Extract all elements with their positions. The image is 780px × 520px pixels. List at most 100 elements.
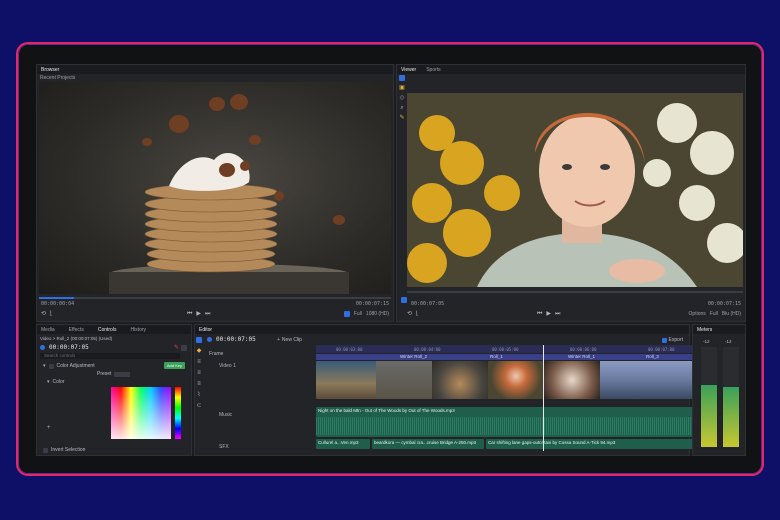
marker-bar: Winter Roll_2 Roll_1 Winter Roll_1 Roll_… xyxy=(316,354,712,360)
program-left-tools: ⟲ ⌊ xyxy=(407,311,418,317)
tab-sports[interactable]: Sports xyxy=(426,67,440,73)
source-timecode-right: 00:00:07:15 xyxy=(355,301,389,307)
record-icon[interactable] xyxy=(207,337,212,342)
meters-tabbar: Meters xyxy=(693,325,745,334)
source-resolution[interactable]: 1080 (HD) xyxy=(366,311,389,317)
tab-viewer[interactable]: Viewer xyxy=(401,67,416,73)
ruler-tick: 00:00:04:00 xyxy=(414,347,441,352)
tab-media[interactable]: Media xyxy=(41,327,55,333)
pointer-tool-icon[interactable] xyxy=(196,337,202,343)
sfx-clip[interactable]: beardkora — cymbal cra...cruise Bridge A… xyxy=(372,439,484,449)
sfx-clip[interactable]: Car shifting lane gaps-outcr taxi by Cos… xyxy=(486,439,712,449)
remove-icon[interactable]: ✎ xyxy=(174,345,179,351)
video-clip-strip[interactable] xyxy=(316,361,712,399)
copy-icon[interactable] xyxy=(181,345,187,351)
tab-history[interactable]: History xyxy=(130,327,146,333)
in-point-icon[interactable]: ⌊ xyxy=(50,311,52,317)
program-left-tool[interactable] xyxy=(401,297,407,303)
effect-checkbox[interactable] xyxy=(48,363,54,369)
source-left-tools: ⟲ ⌊ xyxy=(41,311,52,317)
play-icon[interactable]: ▶ xyxy=(546,311,551,317)
playhead[interactable] xyxy=(543,345,544,451)
track-sfx: SFX xyxy=(219,444,229,450)
controls-timecode: 00:00:07:05 xyxy=(49,344,89,351)
trim-tool-icon[interactable]: ≡ xyxy=(197,359,201,365)
link-tool-icon[interactable]: ⊂ xyxy=(196,403,201,409)
prev-frame-icon[interactable]: ⏮ xyxy=(187,311,192,317)
track-music: Music xyxy=(219,412,233,418)
meter-left-fill xyxy=(701,385,717,447)
add-key-button[interactable]: Add Key xyxy=(163,362,185,369)
program-viewer-panel: Viewer Sports ▣ ◇ ⌕ ✎ 00:00:07:05 00:00:… xyxy=(396,64,746,322)
blade-tool-icon[interactable]: ◆ xyxy=(197,348,202,354)
clip-thumb-road[interactable] xyxy=(316,361,376,399)
source-zoom[interactable]: Full xyxy=(354,311,362,317)
source-viewer-tabbar: Browser xyxy=(37,65,393,74)
color-match-icon[interactable] xyxy=(343,311,350,317)
select-tool-icon[interactable] xyxy=(399,75,405,81)
transform-tool-icon[interactable]: ◇ xyxy=(400,95,405,101)
effect-name: Color Adjustment xyxy=(56,363,95,369)
pen-tool-icon[interactable]: ✎ xyxy=(399,115,404,121)
chevron-down-icon[interactable]: ▾ xyxy=(43,363,46,369)
device-frame: Browser Recent Projects 00:00:00:04 00:0… xyxy=(16,42,764,476)
effect-row[interactable]: ▾ Color Adjustment xyxy=(43,363,95,369)
next-frame-icon[interactable]: ⏭ xyxy=(205,311,210,317)
play-icon[interactable]: ▶ xyxy=(196,311,201,317)
slip-tool-icon[interactable]: ≡ xyxy=(197,370,201,376)
next-frame-icon[interactable]: ⏭ xyxy=(555,311,560,317)
add-icon[interactable]: + xyxy=(47,425,51,431)
record-icon[interactable] xyxy=(40,345,45,350)
source-zoom-controls: Full 1080 (HD) xyxy=(343,311,389,317)
program-scrubber[interactable] xyxy=(407,291,743,293)
chevron-down-icon[interactable]: ▾ xyxy=(47,379,50,385)
zoom-tool-icon[interactable]: ⌕ xyxy=(400,105,403,111)
timeline-panel: Editor ◆ ≡ ≡ ≡ ⌇ ⊂ 00:00:07:05 + New Cli… xyxy=(194,324,712,456)
controls-actions: ✎ xyxy=(174,345,187,351)
app-window: Browser Recent Projects 00:00:00:04 00:0… xyxy=(36,64,746,456)
recent-projects-label[interactable]: Recent Projects xyxy=(40,75,75,81)
plus-icon[interactable]: + xyxy=(277,337,280,343)
timeline-toolbar: ◆ ≡ ≡ ≡ ⌇ ⊂ xyxy=(195,335,203,455)
program-zoom[interactable]: Full xyxy=(710,311,718,317)
crop-tool-icon[interactable]: ▣ xyxy=(399,85,405,91)
invert-checkbox[interactable] xyxy=(43,447,48,453)
search-input[interactable]: Search controls xyxy=(40,353,180,359)
sfx-clip[interactable]: Cullurel a...Ven.mp3 xyxy=(316,439,370,449)
tab-browser[interactable]: Browser xyxy=(41,67,59,73)
export-icon[interactable] xyxy=(661,337,667,343)
timeline-ruler[interactable]: 00:00:03:00 00:00:04:00 00:00:05:00 00:0… xyxy=(316,345,712,353)
clip-thumb-hands[interactable] xyxy=(544,361,600,399)
hand-tool-icon[interactable]: ≡ xyxy=(197,381,201,387)
music-clip[interactable]: Night on the bald Mtn - Out of The Woods… xyxy=(316,407,712,437)
source-timecode-left: 00:00:00:04 xyxy=(41,301,75,307)
clip-thumb-portrait[interactable] xyxy=(488,361,544,399)
meter-left xyxy=(701,347,717,447)
timeline-tabbar: Editor xyxy=(195,325,689,334)
program-options[interactable]: Options xyxy=(689,311,706,317)
new-clip-label: New Clip xyxy=(281,337,302,343)
prev-frame-icon[interactable]: ⏮ xyxy=(537,311,542,317)
new-clip-button[interactable]: + New Clip xyxy=(277,337,302,343)
clip-thumb-pancakes[interactable] xyxy=(432,361,488,399)
tab-controls[interactable]: Controls xyxy=(98,327,117,333)
tab-effects[interactable]: Effects xyxy=(69,327,84,333)
hue-slider[interactable] xyxy=(175,387,181,439)
program-resolution[interactable]: Blu (HD) xyxy=(722,311,741,317)
music-clip-label: Night on the bald Mtn - Out of The Woods… xyxy=(318,408,455,413)
viewer-tool-strip: ▣ ◇ ⌕ ✎ xyxy=(398,75,406,295)
tab-editor[interactable]: Editor xyxy=(199,327,212,333)
in-point-icon[interactable]: ⌊ xyxy=(416,311,418,317)
music-waveform xyxy=(316,417,712,435)
loop-icon[interactable]: ⟲ xyxy=(407,311,412,317)
snap-tool-icon[interactable]: ⌇ xyxy=(198,392,201,398)
export-button[interactable]: Export xyxy=(661,337,683,343)
controls-tabbar: Media Effects Controls History xyxy=(37,325,191,334)
clip-thumb-truck[interactable] xyxy=(376,361,432,399)
loop-icon[interactable]: ⟲ xyxy=(41,311,46,317)
sfx-clip-label: Cullurel a...Ven.mp3 xyxy=(318,440,359,445)
source-scrubber[interactable] xyxy=(39,297,391,299)
preset-select[interactable] xyxy=(114,371,131,377)
color-picker[interactable] xyxy=(111,387,171,439)
tab-meters[interactable]: Meters xyxy=(697,327,712,333)
